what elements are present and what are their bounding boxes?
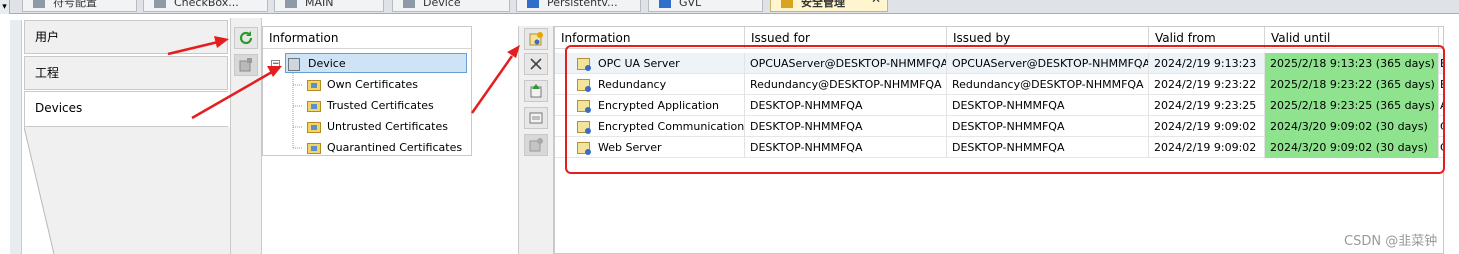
table-row[interactable]: OPC UA Server OPCUAServer@DESKTOP-NHMMFQ…: [555, 53, 1443, 74]
certificate-toolbar: [518, 26, 554, 254]
tab-gvl[interactable]: GVL: [648, 0, 763, 12]
nav-panel-edge: [24, 127, 230, 254]
certificate-icon: [577, 58, 591, 71]
export-certificate-button[interactable]: [524, 107, 548, 129]
device-icon: [288, 57, 300, 71]
column-header-information[interactable]: Information: [555, 27, 745, 49]
tree-node-own-certificates[interactable]: Own Certificates: [307, 75, 418, 95]
certificate-icon: [239, 58, 252, 72]
blue-icon: [659, 0, 671, 8]
new-certificate-icon: [529, 32, 543, 46]
certificate-icon: [577, 100, 591, 113]
create-certificate-button[interactable]: [524, 28, 548, 50]
column-header-issued-by[interactable]: Issued by: [947, 27, 1149, 49]
export-icon: [529, 112, 543, 124]
certificate-icon: [529, 138, 543, 152]
shield-icon: [781, 0, 793, 8]
close-icon[interactable]: ✕: [871, 0, 881, 5]
delete-icon: [530, 58, 542, 70]
folder-icon: [307, 100, 321, 112]
certificate-disabled-button[interactable]: [234, 54, 258, 76]
delete-certificate-button[interactable]: [524, 53, 548, 75]
tree-toolbar: [230, 18, 262, 254]
device-icon: [403, 0, 415, 8]
nav-item-users[interactable]: 用户: [24, 20, 228, 54]
folder-icon: [307, 79, 321, 91]
certificate-action-disabled-button[interactable]: [524, 134, 548, 156]
certificate-icon: [577, 79, 591, 92]
blue-icon: [527, 0, 539, 8]
watermark: CSDN @韭菜钟: [1344, 234, 1438, 249]
device-tree: Information − Device Own Certificates Tr…: [262, 26, 472, 156]
refresh-icon: [239, 31, 253, 45]
certificate-table: Information Issued for Issued by Valid f…: [554, 26, 1444, 254]
table-row[interactable]: Encrypted Application DESKTOP-NHMMFQA DE…: [555, 95, 1443, 116]
document-icon: [285, 0, 297, 8]
folder-icon: [307, 121, 321, 133]
nav-divider: [10, 20, 22, 254]
table-row[interactable]: Redundancy Redundancy@DESKTOP-NHMMFQA Re…: [555, 74, 1443, 95]
tab-checkbox[interactable]: CheckBox...: [143, 0, 268, 12]
tree-node-untrusted-certificates[interactable]: Untrusted Certificates: [307, 117, 448, 137]
tab-security-management[interactable]: 安全管理✕: [770, 0, 888, 12]
column-header-valid-until[interactable]: Valid until: [1265, 27, 1439, 49]
import-certificate-button[interactable]: [524, 80, 548, 102]
table-row[interactable]: Encrypted Communication DESKTOP-NHMMFQA …: [555, 116, 1443, 137]
nav-item-devices[interactable]: Devices: [24, 91, 228, 127]
column-header-issued-for[interactable]: Issued for: [745, 27, 947, 49]
table-header: Information Issued for Issued by Valid f…: [555, 27, 1443, 49]
import-icon: [530, 84, 542, 98]
tree-node-quarantined-certificates[interactable]: Quarantined Certificates: [307, 138, 462, 158]
document-tab-strip: ▾ 符号配置 CheckBox... MAIN Device Persisten…: [0, 0, 1459, 14]
table-row[interactable]: Web Server DESKTOP-NHMMFQA DESKTOP-NHMMF…: [555, 137, 1443, 158]
tab-device[interactable]: Device: [392, 0, 510, 12]
column-header-valid-from[interactable]: Valid from: [1149, 27, 1265, 49]
table-icon: [33, 0, 45, 8]
document-icon: [154, 0, 166, 8]
nav-panel: [24, 127, 230, 254]
folder-icon: [307, 142, 321, 154]
certificate-icon: [577, 121, 591, 134]
tab-dropdown-button[interactable]: ▾: [0, 0, 10, 14]
tab-main[interactable]: MAIN: [274, 0, 384, 12]
tab-persistent[interactable]: Persistentv...: [516, 0, 641, 12]
certificate-icon: [577, 142, 591, 155]
nav-item-project[interactable]: 工程: [24, 56, 228, 90]
tree-node-device[interactable]: Device: [285, 53, 467, 73]
left-navigation: 用户 工程 Devices: [0, 14, 230, 254]
tab-symbol-config[interactable]: 符号配置: [22, 0, 137, 12]
tree-node-trusted-certificates[interactable]: Trusted Certificates: [307, 96, 434, 116]
refresh-button[interactable]: [234, 27, 258, 49]
